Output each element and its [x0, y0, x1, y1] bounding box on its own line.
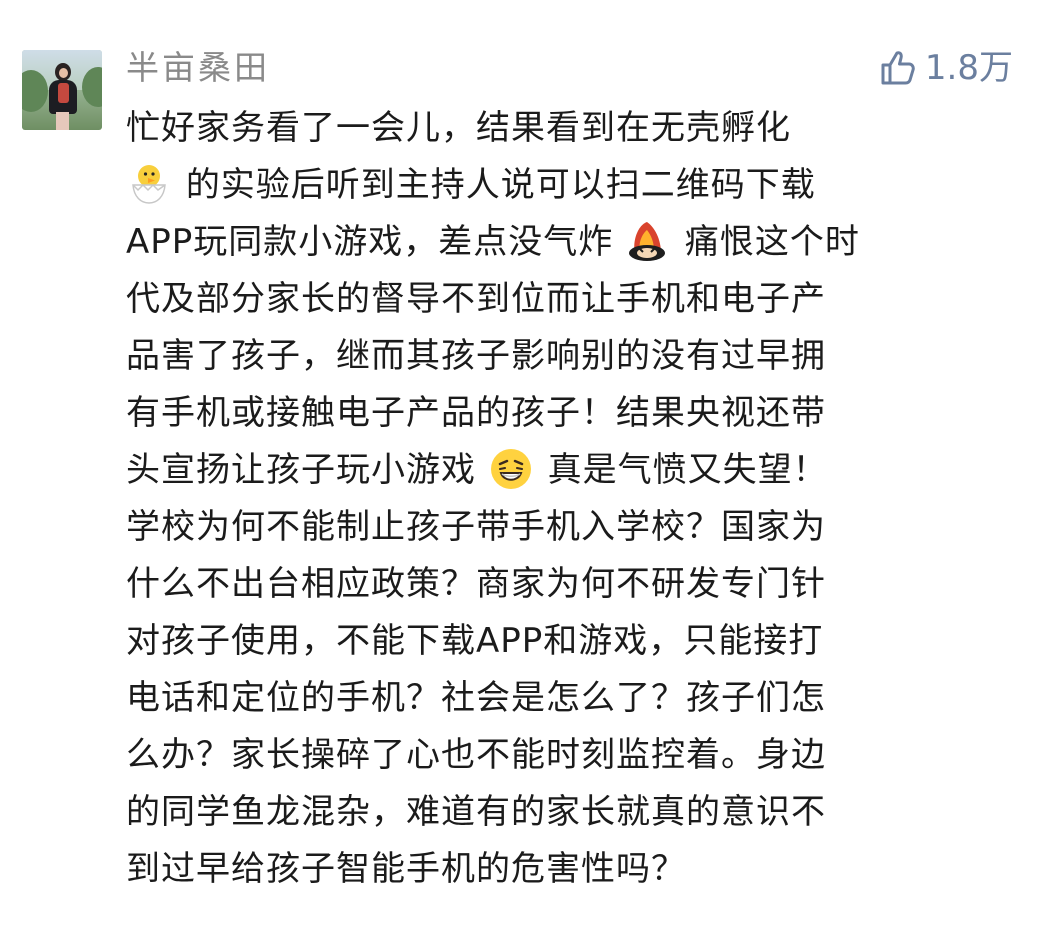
comment-card: 半亩桑田 1.8万 忙好家务看了一会儿，结果看到在无壳孵化 的实验后听到主持人说…	[0, 0, 1045, 927]
comment-line: 的同学鱼龙混杂，难道有的家长就真的意识不	[126, 784, 1016, 841]
avatar-person-legs	[56, 112, 69, 130]
comment-text: 的同学鱼龙混杂，难道有的家长就真的意识不	[126, 792, 826, 832]
avatar-person-top	[58, 83, 69, 103]
comment-text: 代及部分家长的督导不到位而让手机和电子产	[126, 279, 826, 319]
comment-text: 真是气愤又失望！	[547, 450, 828, 490]
comment-line: 到过早给孩子智能手机的危害性吗？	[126, 841, 1016, 898]
comment-text: 对孩子使用，不能下载APP和游戏，只能接打	[126, 621, 824, 661]
comment-text: 的实验后听到主持人说可以扫二维码下载	[185, 165, 816, 205]
comment-text: 头宣扬让孩子玩小游戏	[126, 450, 476, 490]
comment-body: 忙好家务看了一会儿，结果看到在无壳孵化 的实验后听到主持人说可以扫二维码下载 A…	[126, 100, 1016, 898]
like-count: 1.8万	[924, 48, 1013, 88]
angry-face-emoji	[629, 221, 666, 261]
comment-line: APP玩同款小游戏，差点没气炸 痛恨这个时	[126, 214, 1016, 271]
thumbs-up-icon	[881, 51, 915, 85]
comment-line: 代及部分家长的督导不到位而让手机和电子产	[126, 271, 1016, 328]
like-button[interactable]: 1.8万	[875, 44, 1013, 92]
comment-line: 头宣扬让孩子玩小游戏 真是气愤又失望！	[126, 442, 1016, 499]
user-avatar[interactable]	[22, 50, 102, 130]
frustrated-face-emoji	[490, 448, 531, 489]
comment-line: 学校为何不能制止孩子带手机入学校？国家为	[126, 499, 1016, 556]
comment-line: 么办？家长操碎了心也不能时刻监控着。身边	[126, 727, 1016, 784]
avatar-tree-right	[82, 67, 102, 107]
comment-text: 什么不出台相应政策？商家为何不研发专门针	[126, 564, 826, 604]
comment-line: 的实验后听到主持人说可以扫二维码下载	[126, 157, 1016, 214]
avatar-person-face	[59, 68, 68, 78]
comment-text: 品害了孩子，继而其孩子影响别的没有过早拥	[126, 336, 826, 376]
comment-text: 痛恨这个时	[684, 222, 860, 262]
comment-text: APP玩同款小游戏，差点没气炸	[126, 222, 614, 262]
user-name[interactable]: 半亩桑田	[126, 44, 270, 92]
comment-text: 忙好家务看了一会儿，结果看到在无壳孵化	[126, 108, 791, 148]
comment-text: 学校为何不能制止孩子带手机入学校？国家为	[126, 507, 826, 547]
comment-line: 对孩子使用，不能下载APP和游戏，只能接打	[126, 613, 1016, 670]
comment-line: 忙好家务看了一会儿，结果看到在无壳孵化	[126, 100, 1016, 157]
comment-text: 有手机或接触电子产品的孩子！结果央视还带	[126, 393, 826, 433]
comment-line: 什么不出台相应政策？商家为何不研发专门针	[126, 556, 1016, 613]
comment-line: 有手机或接触电子产品的孩子！结果央视还带	[126, 385, 1016, 442]
comment-text: 么办？家长操碎了心也不能时刻监控着。身边	[126, 735, 826, 775]
hatching-chick-emoji	[132, 164, 166, 204]
comment-text: 电话和定位的手机？社会是怎么了？孩子们怎	[126, 678, 826, 718]
comment-line: 品害了孩子，继而其孩子影响别的没有过早拥	[126, 328, 1016, 385]
comment-text: 到过早给孩子智能手机的危害性吗？	[126, 849, 686, 889]
comment-line: 电话和定位的手机？社会是怎么了？孩子们怎	[126, 670, 1016, 727]
